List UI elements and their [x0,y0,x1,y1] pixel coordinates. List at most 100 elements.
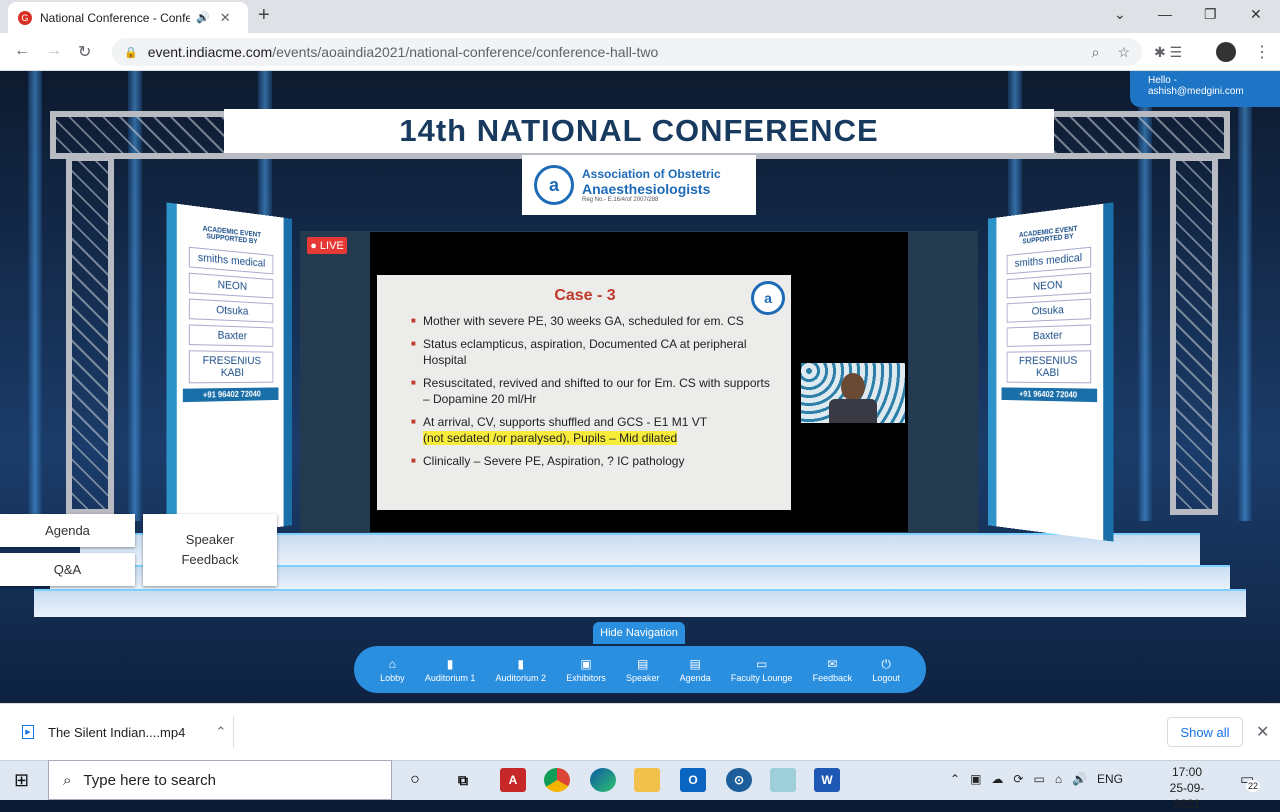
presentation-slide: a Case - 3 Mother with severe PE, 30 wee… [377,275,791,510]
tab-title: National Conference - Conference Hall Tw… [40,10,190,25]
close-tab-icon[interactable]: ✕ [220,10,231,26]
minimize-icon[interactable]: — [1158,6,1172,22]
word-icon[interactable]: W [814,768,840,792]
taskbar-clock[interactable]: 17:00 25-09-2021 [1158,764,1216,812]
live-badge: ● LIVE [307,237,347,254]
cortana-icon[interactable]: ○ [402,768,428,792]
video-file-icon: ▶ [22,725,34,739]
lounge-icon: ▭ [755,656,768,671]
slide-bullet: Resuscitated, revived and shifted to our… [411,375,777,407]
tray-app-icon[interactable]: ▣ [970,772,981,786]
nav-item-faculty-lounge[interactable]: ▭ Faculty Lounge [731,657,793,683]
hello-label: Hello - [1148,75,1177,86]
sponsor-logo: FRESENIUS KABI [188,350,274,384]
notification-count: 22 [1246,780,1260,792]
slide-bullets: Mother with severe PE, 30 weeks GA, sche… [411,313,777,469]
user-email: ashish@medgini.com [1148,86,1244,97]
slide-bullet-highlight: (not sedated /or paralysed), Pupils – Mi… [423,431,678,445]
agenda-button[interactable]: Agenda [0,514,135,547]
reload-icon[interactable]: ↻ [78,42,91,62]
speaker-audio-icon[interactable]: 🔊 [196,11,210,24]
nav-item-feedback[interactable]: ✉ Feedback [813,657,853,683]
taskbar-search-box[interactable]: ⌕ Type here to search [48,760,392,800]
bookmark-star-icon[interactable]: ☆ [1117,44,1130,61]
chevron-up-icon[interactable]: ⌃ [950,772,960,786]
nav-item-auditorium-1[interactable]: ▮ Auditorium 1 [425,657,476,683]
organization-logo: a Association of Obstetric Anaesthesiolo… [522,155,756,215]
live-dot-icon: ● [310,239,317,252]
windows-start-icon[interactable]: ⊞ [14,770,29,791]
file-explorer-icon[interactable] [634,768,660,792]
document-icon: ▤ [637,656,649,671]
close-downloads-icon[interactable]: ✕ [1256,722,1269,742]
home-icon: ⌂ [388,656,396,671]
outlook-icon[interactable]: O [680,768,706,792]
app-icon[interactable]: ⊙ [726,768,752,792]
right-truss [1170,155,1218,515]
nav-item-agenda[interactable]: ▤ Agenda [680,657,711,683]
notifications-icon[interactable]: ▭ 22 [1240,770,1260,792]
zoom-icon[interactable]: ⌕ [1092,44,1100,61]
slide-bullet: Status eclampticus, aspiration, Document… [411,336,777,368]
restore-icon[interactable]: ❐ [1204,6,1217,23]
exhibitors-icon: ▣ [580,656,592,671]
live-label: LIVE [319,239,344,252]
speaker-video-thumbnail [801,363,905,423]
speaker-feedback-button[interactable]: Speaker Feedback [143,514,277,586]
auditorium-icon: ▮ [517,656,525,671]
tab-search-icon[interactable]: ⌄ [1114,6,1126,23]
nav-item-logout[interactable]: ⏻ Logout [872,657,900,683]
conference-title: 14th NATIONAL CONFERENCE [224,109,1054,153]
sponsor-phone: +91 96402 72040 [182,387,279,403]
nav-item-auditorium-2[interactable]: ▮ Auditorium 2 [496,657,547,683]
sponsor-logo: FRESENIUS KABI [1006,350,1092,384]
close-window-icon[interactable]: ✕ [1250,6,1262,23]
extensions-icon[interactable]: ✱ ☰ [1154,44,1182,61]
language-indicator[interactable]: ENG [1097,772,1123,786]
chrome-icon[interactable] [544,768,570,792]
download-item[interactable]: ▶ The Silent Indian....mp4 ⌃ [14,716,234,748]
sponsor-logo: Otsuka [1006,298,1092,323]
user-greeting[interactable]: Hello - ashish@medgini.com [1130,71,1280,107]
pdf-reader-icon[interactable]: A [500,768,526,792]
battery-icon[interactable]: ▭ [1033,772,1044,786]
notepad-icon[interactable] [770,768,796,792]
menu-kebab-icon[interactable]: ⋮ [1254,42,1270,62]
sponsor-logo: Baxter [1006,324,1092,347]
stage-step [34,589,1246,617]
browser-tab[interactable]: G National Conference - Conference Hall … [8,2,248,33]
volume-icon[interactable]: 🔊 [1072,772,1087,786]
auditorium-icon: ▮ [446,656,454,671]
chevron-up-icon[interactable]: ⌃ [215,724,226,740]
site-favicon-icon: G [18,10,32,25]
cloud-icon[interactable]: ☁ [991,772,1003,786]
slide-bullet: Clinically – Severe PE, Aspiration, ? IC… [411,453,777,469]
clock-time: 17:00 [1171,765,1203,779]
slide-logo-icon: a [751,281,785,315]
address-bar[interactable]: 🔒 event.indiacme.com/events/aoaindia2021… [112,38,1142,66]
sponsor-logo: NEON [1006,272,1092,299]
qa-button[interactable]: Q&A [0,553,135,586]
network-icon[interactable]: ⌂ [1055,772,1062,786]
nav-item-exhibitors[interactable]: ▣ Exhibitors [566,657,606,683]
hide-navigation-button[interactable]: Hide Navigation [593,622,685,644]
task-view-icon[interactable]: ⧉ [450,768,476,792]
sponsor-logo: Baxter [188,324,274,347]
speaker-head [841,373,865,401]
new-tab-icon[interactable]: + [258,4,270,27]
nav-item-speaker[interactable]: ▤ Speaker [626,657,660,683]
sponsor-phone: +91 96402 72040 [1001,387,1098,403]
download-file-name: The Silent Indian....mp4 [48,724,186,740]
sponsor-logo: Otsuka [188,298,274,323]
nav-item-lobby[interactable]: ⌂ Lobby [380,657,405,683]
sponsor-logo: smiths medical [188,246,274,275]
forward-icon[interactable]: → [46,42,62,60]
profile-avatar[interactable] [1216,42,1236,62]
edge-icon[interactable] [590,768,616,792]
org-seal-icon: a [534,165,574,205]
light-pillar [1238,71,1252,521]
back-icon[interactable]: ← [14,42,30,60]
url-host: event.indiacme.com [147,44,273,60]
show-all-button[interactable]: Show all [1167,717,1243,747]
sync-icon[interactable]: ⟳ [1013,772,1023,786]
